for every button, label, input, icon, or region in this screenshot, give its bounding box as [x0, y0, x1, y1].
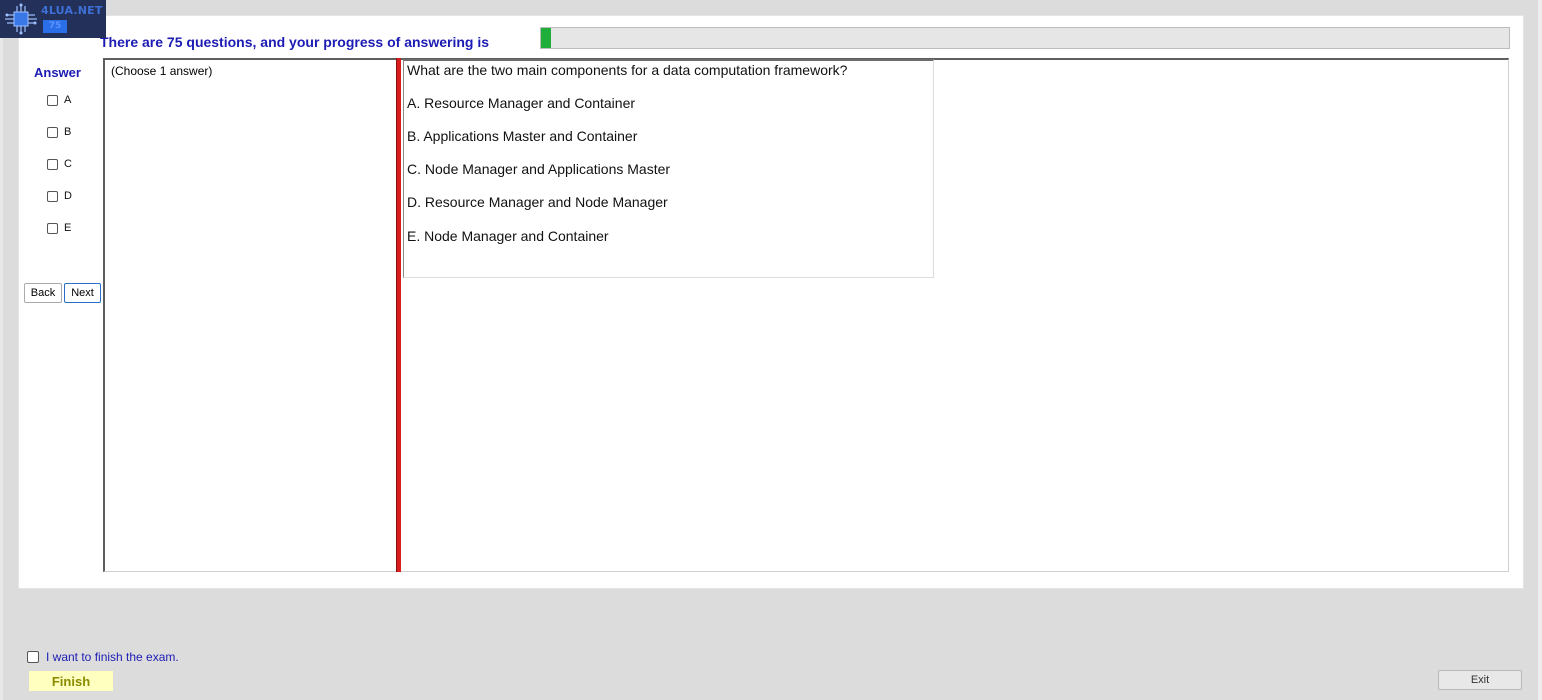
answer-heading: Answer: [34, 65, 81, 80]
answer-checkbox-e[interactable]: [47, 222, 58, 234]
progress-label: There are 75 questions, and your progres…: [100, 34, 489, 50]
answer-checkbox-b[interactable]: [47, 126, 58, 138]
question-choice-a: A. Resource Manager and Container: [407, 95, 636, 111]
answer-option-d[interactable]: D: [47, 189, 72, 203]
question-choice-e: E. Node Manager and Container: [407, 228, 609, 244]
question-choice-d: D. Resource Manager and Node Manager: [407, 194, 668, 210]
answer-checkbox-c[interactable]: [47, 158, 58, 170]
answer-option-c[interactable]: C: [47, 157, 72, 171]
pane-splitter[interactable]: [396, 58, 401, 572]
finish-exam-checkbox-box[interactable]: [27, 651, 39, 663]
answer-option-b[interactable]: B: [47, 125, 71, 139]
finish-exam-checkbox-label: I want to finish the exam.: [46, 650, 179, 664]
answer-option-label: D: [64, 190, 72, 202]
finish-exam-checkbox[interactable]: I want to finish the exam.: [27, 650, 179, 664]
question-text: What are the two main components for a d…: [407, 62, 848, 78]
answer-checkbox-d[interactable]: [47, 190, 58, 202]
page-left-edge: [0, 0, 3, 700]
question-choice-b: B. Applications Master and Container: [407, 128, 638, 144]
logo-badge: 75: [43, 20, 67, 33]
answer-option-label: A: [64, 94, 72, 106]
instruction-text: (Choose 1 answer): [111, 64, 213, 78]
answer-option-label: E: [64, 222, 72, 234]
finish-button[interactable]: Finish: [29, 671, 113, 691]
answer-option-a[interactable]: A: [47, 93, 71, 107]
answer-option-label: C: [64, 158, 72, 170]
page-right-edge: [1538, 0, 1542, 700]
answer-checkbox-a[interactable]: [47, 94, 58, 106]
logo-text: 4LUA.NET: [41, 4, 103, 17]
site-logo: 4LUA.NET 75: [0, 0, 106, 38]
chip-icon: [5, 3, 37, 35]
question-choice-c: C. Node Manager and Applications Master: [407, 161, 671, 177]
progress-bar-fill: [541, 28, 551, 48]
progress-bar: [540, 27, 1510, 49]
back-button[interactable]: Back: [24, 283, 62, 303]
answer-option-e[interactable]: E: [47, 221, 71, 235]
exit-button[interactable]: Exit: [1438, 670, 1522, 690]
next-button[interactable]: Next: [64, 283, 101, 303]
answer-option-label: B: [64, 126, 72, 138]
